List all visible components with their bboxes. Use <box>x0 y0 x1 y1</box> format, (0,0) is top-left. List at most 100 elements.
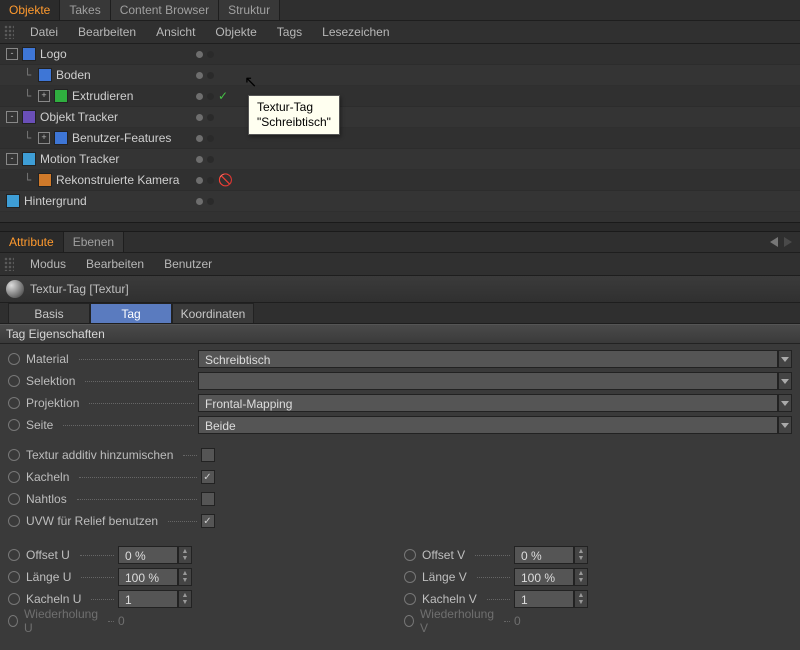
tab-ebenen[interactable]: Ebenen <box>64 232 124 252</box>
tree-row[interactable]: - Logo <box>0 44 800 65</box>
tree-row[interactable]: - Objekt Tracker <box>0 107 800 128</box>
subtab-basis[interactable]: Basis <box>8 303 90 323</box>
layer-dot-icon[interactable] <box>196 177 203 184</box>
attribute-subtabs: Basis Tag Koordinaten <box>0 303 800 324</box>
expander-button[interactable]: + <box>38 132 50 144</box>
menu-bearbeiten[interactable]: Bearbeiten <box>76 253 154 275</box>
tree-row[interactable]: └+Extrudieren✓ <box>0 86 800 107</box>
panel-splitter[interactable] <box>0 222 800 232</box>
enable-check-icon[interactable]: ✓ <box>218 89 228 103</box>
menu-tags[interactable]: Tags <box>267 21 312 43</box>
stepper-kacheln-u[interactable]: ▲▼ <box>178 590 192 608</box>
visibility-dot-icon[interactable] <box>207 177 214 184</box>
field-kacheln-u[interactable]: 1 <box>118 590 178 608</box>
menu-ansicht[interactable]: Ansicht <box>146 21 205 43</box>
field-material[interactable]: Schreibtisch <box>198 350 778 368</box>
anim-dot-icon[interactable] <box>8 593 20 605</box>
anim-dot-icon[interactable] <box>8 549 20 561</box>
checkbox-kacheln[interactable]: ✓ <box>201 470 215 484</box>
object-label[interactable]: Rekonstruierte Kamera <box>56 173 179 187</box>
material-picker-button[interactable] <box>778 350 792 368</box>
tree-row[interactable]: Hintergrund <box>0 191 800 212</box>
visibility-dot-icon[interactable] <box>207 198 214 205</box>
anim-dot-icon[interactable] <box>8 571 20 583</box>
visibility-dot-icon[interactable] <box>207 72 214 79</box>
object-label[interactable]: Objekt Tracker <box>40 110 118 124</box>
expander-button[interactable]: - <box>6 153 18 165</box>
menu-benutzer[interactable]: Benutzer <box>154 253 222 275</box>
stepper-laenge-v[interactable]: ▲▼ <box>574 568 588 586</box>
menu-bearbeiten[interactable]: Bearbeiten <box>68 21 146 43</box>
object-label[interactable]: Benutzer-Features <box>72 131 171 145</box>
visibility-dot-icon[interactable] <box>207 93 214 100</box>
label-wiederholung-v: Wiederholung V <box>420 607 494 635</box>
tab-struktur[interactable]: Struktur <box>219 0 280 20</box>
object-label[interactable]: Logo <box>40 47 67 61</box>
nav-forward-icon[interactable] <box>784 237 792 247</box>
tab-content-browser[interactable]: Content Browser <box>111 0 219 20</box>
stepper-laenge-u[interactable]: ▲▼ <box>178 568 192 586</box>
anim-dot-icon[interactable] <box>404 549 416 561</box>
menu-lesezeichen[interactable]: Lesezeichen <box>312 21 399 43</box>
field-projektion[interactable]: Frontal-Mapping <box>198 394 778 412</box>
layer-dot-icon[interactable] <box>196 156 203 163</box>
field-seite[interactable]: Beide <box>198 416 778 434</box>
checkbox-nahtlos[interactable] <box>201 492 215 506</box>
side-dropdown-button[interactable] <box>778 416 792 434</box>
chevron-down-icon <box>781 357 789 362</box>
stepper-offset-v[interactable]: ▲▼ <box>574 546 588 564</box>
tab-objekte[interactable]: Objekte <box>0 0 60 20</box>
anim-dot-icon[interactable] <box>8 397 20 409</box>
field-offset-v[interactable]: 0 % <box>514 546 574 564</box>
layer-dot-icon[interactable] <box>196 72 203 79</box>
projection-dropdown-button[interactable] <box>778 394 792 412</box>
label-selektion: Selektion <box>26 374 75 388</box>
menu-objekte[interactable]: Objekte <box>205 21 266 43</box>
subtab-tag[interactable]: Tag <box>90 303 172 323</box>
stepper-offset-u[interactable]: ▲▼ <box>178 546 192 564</box>
anim-dot-icon[interactable] <box>8 449 20 461</box>
field-laenge-u[interactable]: 100 % <box>118 568 178 586</box>
anim-dot-icon[interactable] <box>404 593 416 605</box>
field-offset-u[interactable]: 0 % <box>118 546 178 564</box>
layer-dot-icon[interactable] <box>196 114 203 121</box>
layer-dot-icon[interactable] <box>196 198 203 205</box>
tab-attribute[interactable]: Attribute <box>0 232 64 252</box>
layer-dot-icon[interactable] <box>196 93 203 100</box>
field-kacheln-v[interactable]: 1 <box>514 590 574 608</box>
tab-takes[interactable]: Takes <box>60 0 110 20</box>
selection-picker-button[interactable] <box>778 372 792 390</box>
expander-button[interactable]: - <box>6 48 18 60</box>
checkbox-textur-additiv[interactable] <box>201 448 215 462</box>
anim-dot-icon[interactable] <box>8 419 20 431</box>
tree-row[interactable]: └Boden <box>0 65 800 86</box>
visibility-dot-icon[interactable] <box>207 114 214 121</box>
visibility-dot-icon[interactable] <box>207 51 214 58</box>
tree-row[interactable]: └+Benutzer-Features <box>0 128 800 149</box>
object-type-icon <box>22 47 36 61</box>
tree-row[interactable]: └Rekonstruierte Kamera🚫 <box>0 170 800 191</box>
tree-row[interactable]: - Motion Tracker <box>0 149 800 170</box>
object-label[interactable]: Hintergrund <box>24 194 87 208</box>
object-label[interactable]: Extrudieren <box>72 89 133 103</box>
object-label[interactable]: Boden <box>56 68 91 82</box>
anim-dot-icon[interactable] <box>8 375 20 387</box>
visibility-dot-icon[interactable] <box>207 135 214 142</box>
nav-back-icon[interactable] <box>770 237 778 247</box>
expander-button[interactable]: - <box>6 111 18 123</box>
anim-dot-icon[interactable] <box>404 571 416 583</box>
field-laenge-v[interactable]: 100 % <box>514 568 574 586</box>
menu-datei[interactable]: Datei <box>20 21 68 43</box>
anim-dot-icon[interactable] <box>8 471 20 483</box>
anim-dot-icon[interactable] <box>8 353 20 365</box>
field-selektion[interactable] <box>198 372 778 390</box>
layer-dot-icon[interactable] <box>196 135 203 142</box>
layer-dot-icon[interactable] <box>196 51 203 58</box>
object-label[interactable]: Motion Tracker <box>40 152 119 166</box>
subtab-koordinaten[interactable]: Koordinaten <box>172 303 254 323</box>
visibility-dot-icon[interactable] <box>207 156 214 163</box>
expander-button[interactable]: + <box>38 90 50 102</box>
stepper-kacheln-v[interactable]: ▲▼ <box>574 590 588 608</box>
menu-modus[interactable]: Modus <box>20 253 76 275</box>
anim-dot-icon[interactable] <box>8 493 20 505</box>
